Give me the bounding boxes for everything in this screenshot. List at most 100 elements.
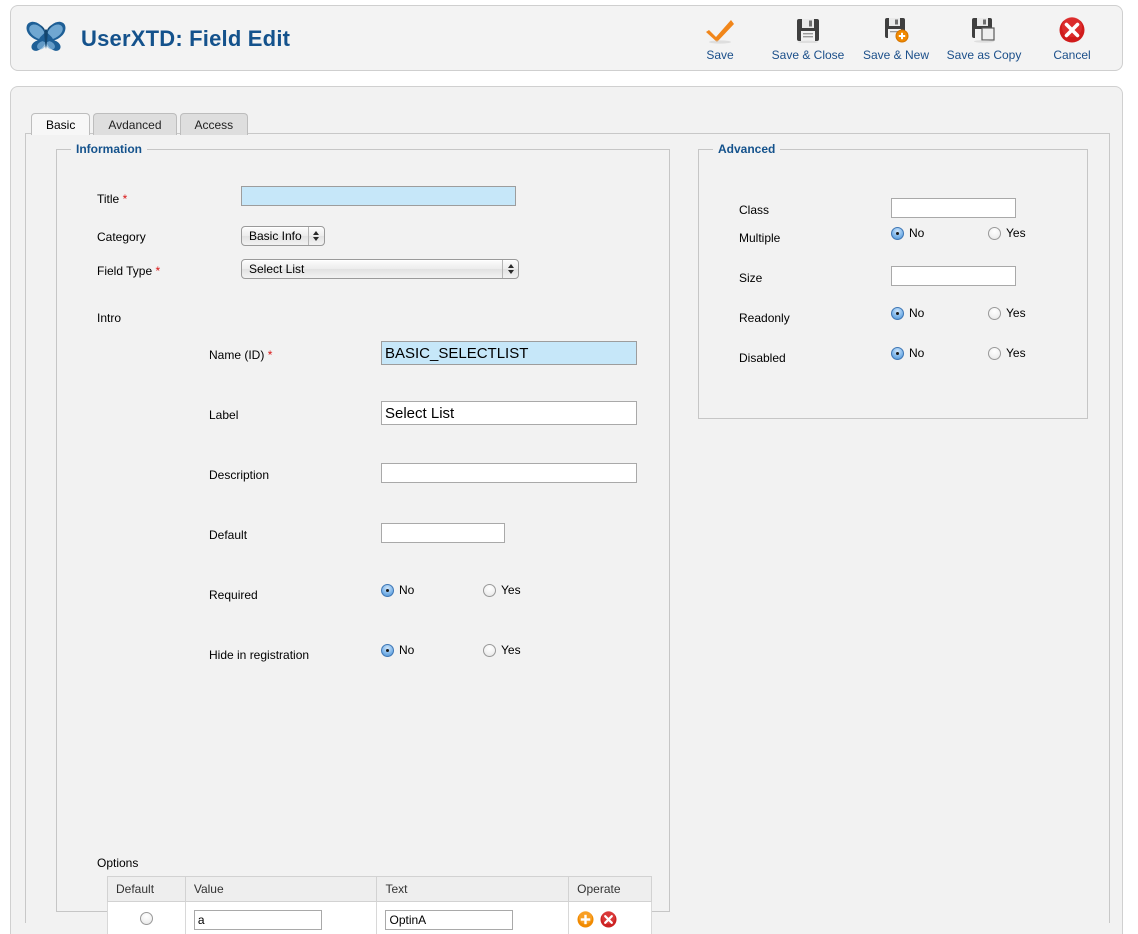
- radio-selected-icon[interactable]: [891, 306, 904, 320]
- row-value-cell: [184, 901, 378, 934]
- radio-unselected-icon[interactable]: [988, 226, 1001, 240]
- field-label-label: Label: [209, 408, 239, 422]
- radio-unselected-icon[interactable]: [988, 346, 1001, 360]
- category-select[interactable]: Basic Info: [241, 226, 325, 246]
- required-radio-yes[interactable]: Yes: [483, 583, 521, 597]
- multiple-radio-group: No Yes: [891, 226, 1034, 240]
- readonly-label: Readonly: [739, 311, 790, 325]
- readonly-radio-no[interactable]: No: [891, 306, 980, 320]
- required-radio-no[interactable]: No: [381, 583, 475, 597]
- default-label: Default: [209, 528, 248, 542]
- required-label: Required: [209, 588, 258, 602]
- save-label: Save: [706, 48, 734, 62]
- readonly-radio-group: No Yes: [891, 306, 1034, 320]
- tab-avdanced[interactable]: Avdanced: [93, 113, 177, 135]
- tab-basic[interactable]: Basic: [31, 113, 91, 135]
- category-select-value: Basic Info: [249, 229, 302, 243]
- options-table-header-row: Default Value Text Operate: [107, 876, 652, 902]
- save-button[interactable]: Save: [676, 10, 764, 66]
- disabled-radio-group: No Yes: [891, 346, 1034, 360]
- cancel-button[interactable]: Cancel: [1028, 10, 1116, 66]
- field-label-input[interactable]: [381, 401, 637, 425]
- title-label: Title *: [97, 192, 128, 206]
- field-type-label: Field Type *: [97, 264, 161, 278]
- save-and-new-label: Save & New: [862, 48, 930, 62]
- save-and-close-button[interactable]: Save & Close: [764, 10, 852, 66]
- tab-access-label: Access: [194, 118, 234, 132]
- name-id-label: Name (ID) *: [209, 348, 273, 362]
- name-id-required-marker: *: [267, 348, 273, 362]
- options-table: Default Value Text Operate: [107, 876, 652, 934]
- hide-in-registration-label: Hide in registration: [209, 648, 310, 662]
- row-default-cell: [107, 901, 186, 934]
- radio-selected-icon[interactable]: [381, 643, 394, 657]
- class-label: Class: [739, 203, 770, 217]
- information-legend: Information: [76, 142, 142, 156]
- required-radio-group: No Yes: [381, 583, 529, 597]
- orange-plus-circle-icon[interactable]: [577, 911, 594, 928]
- title-input[interactable]: [241, 186, 516, 206]
- column-header-text: Text: [376, 876, 570, 902]
- advanced-legend: Advanced: [718, 142, 776, 156]
- content-panel: Basic Avdanced Access Information Title …: [10, 86, 1123, 934]
- radio-unselected-icon[interactable]: [483, 583, 496, 597]
- brand: UserXTD: Field Edit: [23, 14, 290, 64]
- option-value-input[interactable]: [193, 909, 322, 930]
- name-id-input[interactable]: [381, 341, 637, 365]
- hide-in-registration-radio-no[interactable]: No: [381, 643, 475, 657]
- radio-selected-icon[interactable]: [891, 346, 904, 360]
- field-type-select-value: Select List: [249, 262, 305, 276]
- category-label: Category: [97, 230, 146, 244]
- hide-in-registration-radio-group: No Yes: [381, 643, 529, 657]
- save-and-new-button[interactable]: Save & New: [852, 10, 940, 66]
- page-root: UserXTD: Field Edit Save Save & Close Sa…: [0, 0, 1138, 934]
- row-text-cell: [376, 901, 570, 934]
- option-default-radio[interactable]: [139, 911, 153, 925]
- default-input[interactable]: [381, 523, 505, 543]
- options-title: Options: [97, 856, 139, 870]
- butterfly-icon: [23, 17, 69, 61]
- hide-in-registration-radio-yes[interactable]: Yes: [483, 643, 521, 657]
- radio-selected-icon[interactable]: [381, 583, 394, 597]
- floppy-disk-icon: [795, 14, 821, 46]
- radio-unselected-icon[interactable]: [483, 643, 496, 657]
- radio-selected-icon[interactable]: [891, 226, 904, 240]
- header-bar: UserXTD: Field Edit Save Save & Close Sa…: [10, 5, 1123, 71]
- description-input[interactable]: [381, 463, 637, 483]
- tab-avdanced-label: Avdanced: [108, 118, 162, 132]
- advanced-fieldset: Advanced Class Multiple No Yes Size Read…: [698, 142, 1088, 419]
- multiple-label: Multiple: [739, 231, 781, 245]
- field-type-required-marker: *: [155, 264, 161, 278]
- disabled-radio-no[interactable]: No: [891, 346, 980, 360]
- tab-access[interactable]: Access: [179, 113, 249, 135]
- chevron-updown-icon: [307, 227, 324, 245]
- chevron-updown-icon: [502, 260, 518, 278]
- size-label: Size: [739, 271, 763, 285]
- information-fieldset: Information Title * Category Basic Info: [56, 142, 670, 934]
- disabled-radio-yes[interactable]: Yes: [988, 346, 1026, 360]
- field-type-select[interactable]: Select List: [241, 259, 519, 279]
- class-input[interactable]: [891, 198, 1016, 218]
- tab-bar: Basic Avdanced Access: [31, 111, 251, 135]
- save-and-close-label: Save & Close: [771, 48, 845, 62]
- option-text-input[interactable]: [385, 909, 514, 930]
- size-input[interactable]: [891, 266, 1016, 286]
- floppy-disk-copy-icon: [971, 14, 997, 46]
- intro-label: Intro: [97, 311, 122, 325]
- disabled-label: Disabled: [739, 351, 786, 365]
- save-as-copy-button[interactable]: Save as Copy: [940, 10, 1028, 66]
- tab-panel-basic: Information Title * Category Basic Info: [25, 133, 1110, 934]
- readonly-radio-yes[interactable]: Yes: [988, 306, 1026, 320]
- multiple-radio-yes[interactable]: Yes: [988, 226, 1026, 240]
- toolbar: Save Save & Close Save & New Save as Cop…: [676, 10, 1116, 68]
- title-required-marker: *: [122, 192, 128, 206]
- description-label: Description: [209, 468, 270, 482]
- red-x-circle-icon[interactable]: [600, 911, 617, 928]
- cancel-label: Cancel: [1053, 48, 1091, 62]
- column-header-operate: Operate: [568, 876, 652, 902]
- radio-unselected-icon[interactable]: [988, 306, 1001, 320]
- column-header-default: Default: [107, 876, 186, 902]
- check-icon: [705, 14, 735, 46]
- multiple-radio-no[interactable]: No: [891, 226, 980, 240]
- row-operate-cell: [568, 901, 652, 934]
